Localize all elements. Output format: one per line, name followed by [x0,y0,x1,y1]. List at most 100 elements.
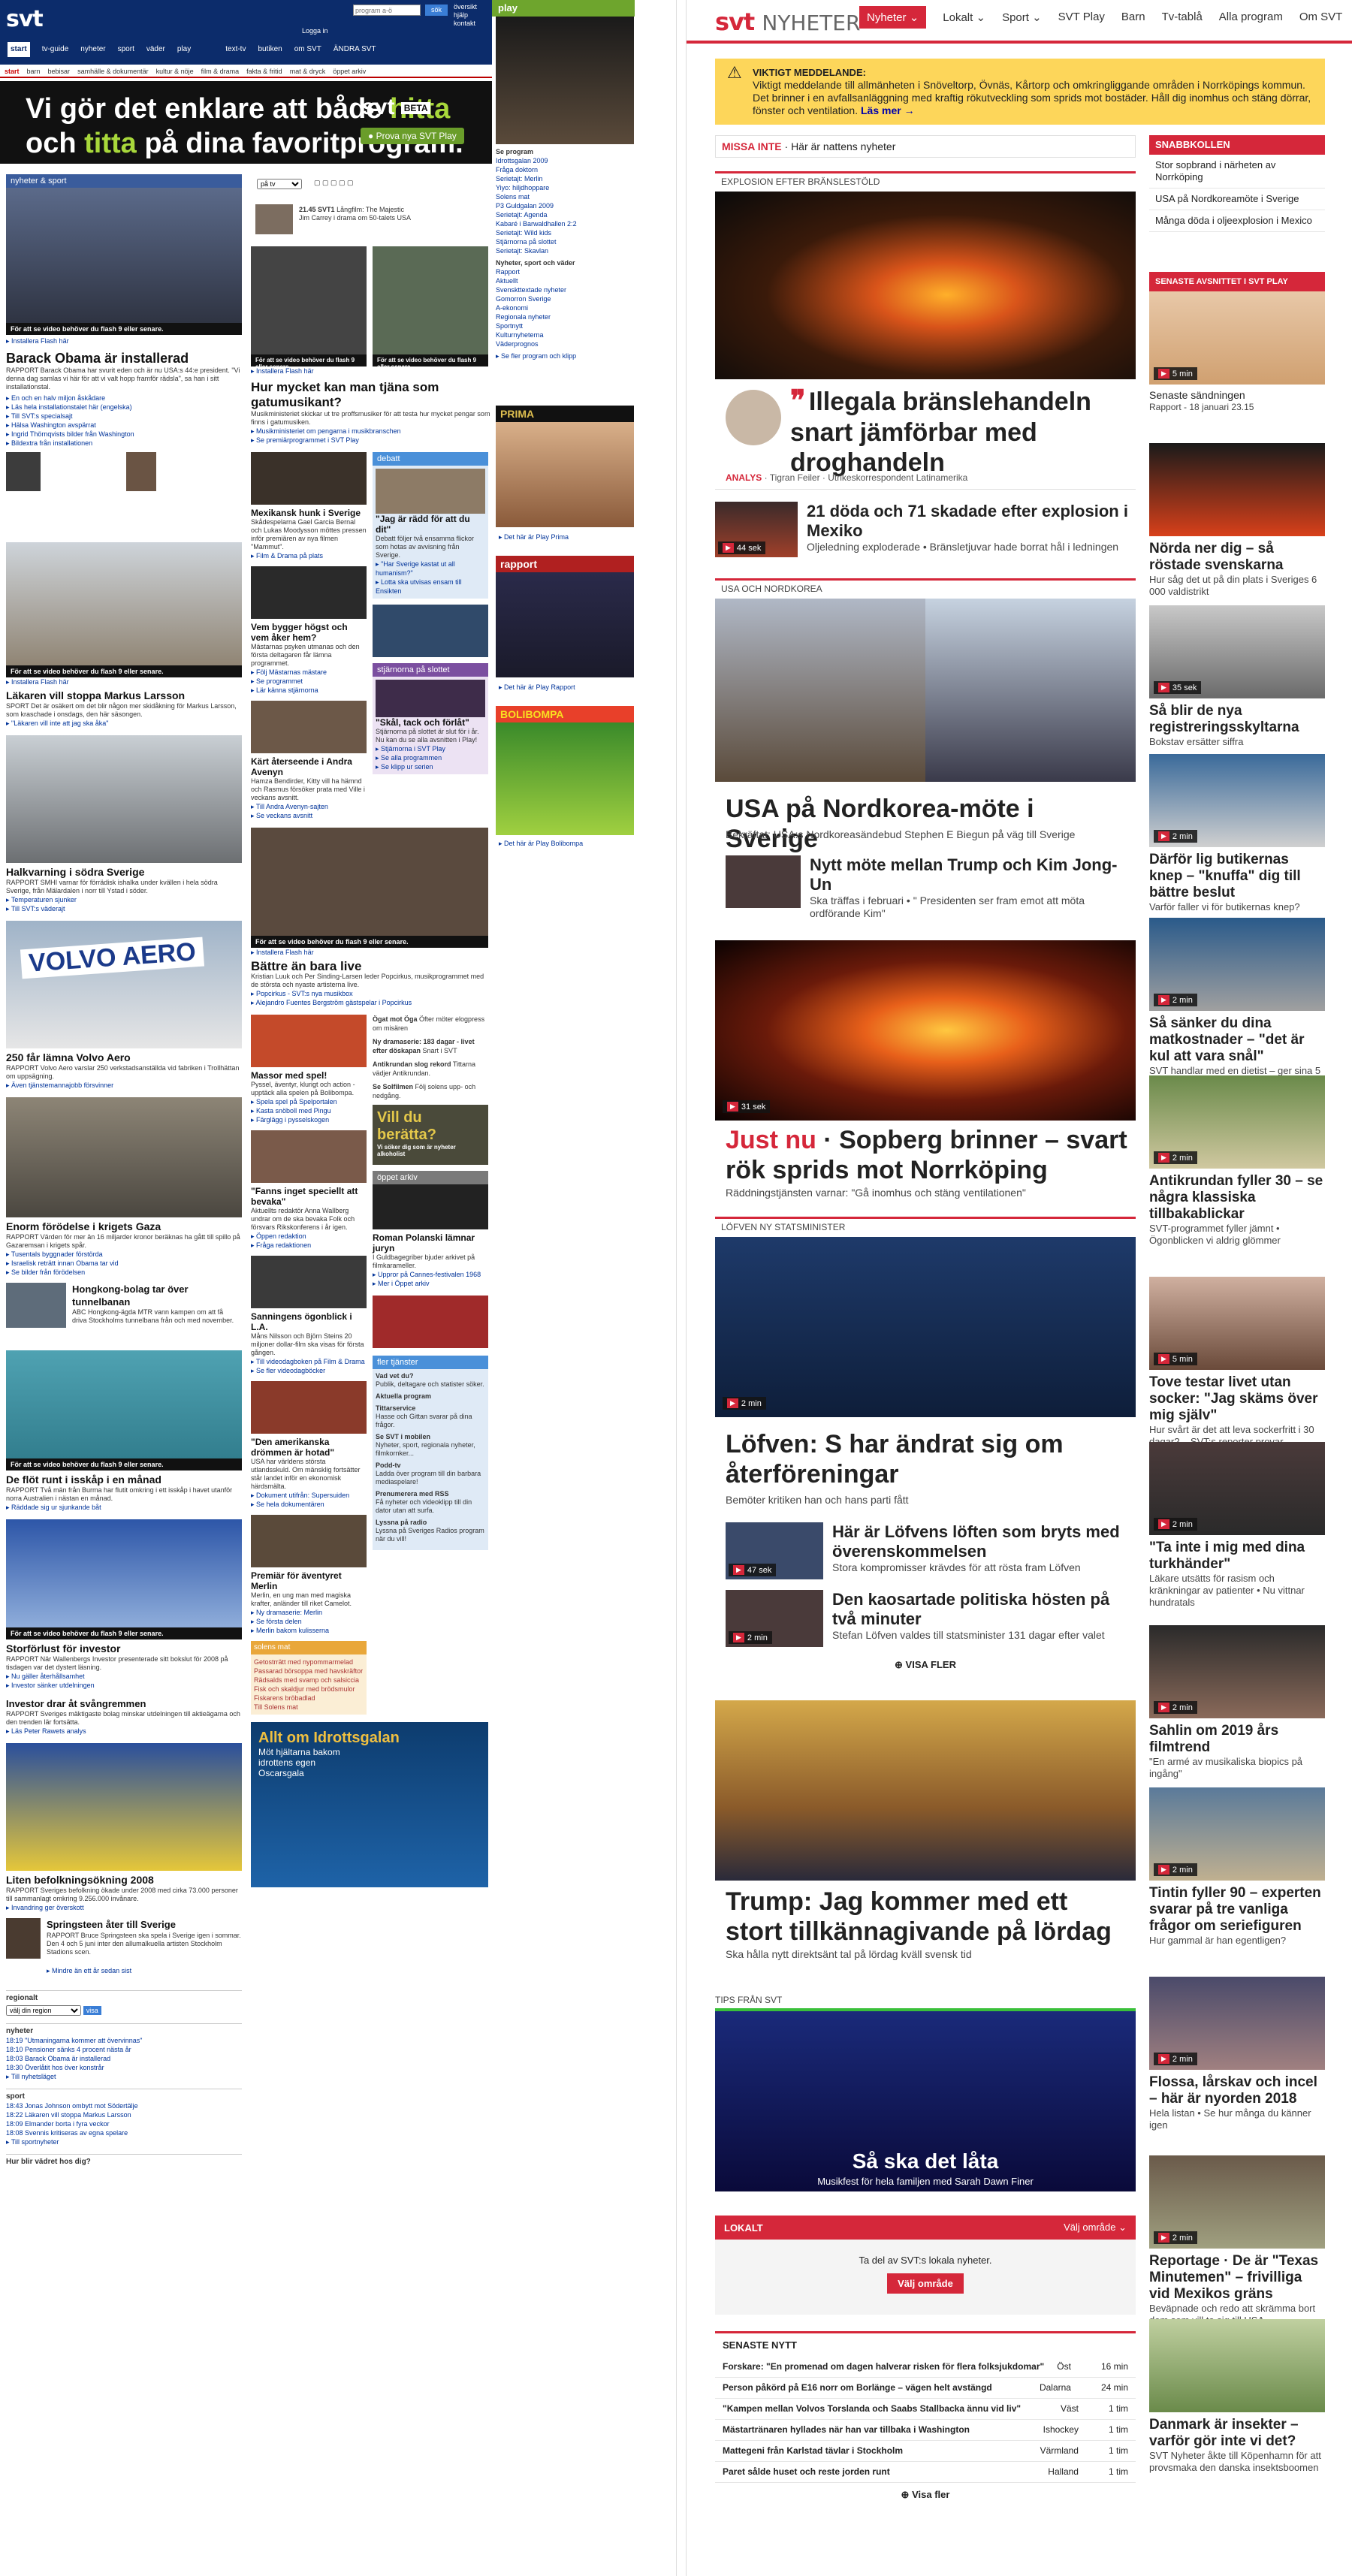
old-install-flash[interactable]: ▸ Installera Flash här [6,677,242,686]
old-article-title[interactable]: Bättre än bara live [251,960,491,973]
old-article-title[interactable]: Liten befolkningsökning 2008 [6,1874,242,1887]
trump-image[interactable] [715,1700,1136,1881]
old-rapport-link[interactable]: ▸ Det här är Play Rapport [499,683,575,692]
old-tv-tip-text[interactable]: 21.45 SVT1 Långfilm: The Majestic Jim Ca… [299,206,411,222]
old-install-flash[interactable]: ▸ Installera Flash här [6,336,242,345]
new-nav-om-svt[interactable]: Om SVT [1299,11,1343,29]
old-larsson-video[interactable]: För att se video behöver du flash 9 elle… [6,542,242,677]
old-login-link[interactable]: Logga in [302,27,328,35]
old-sweden-flags-image[interactable] [6,1743,242,1871]
old-article-title[interactable]: Sanningens ögonblick i L.A. [251,1311,367,1332]
old-tv-select[interactable]: på tv [257,179,302,189]
old-article-title[interactable]: Massor med spel! [251,1070,367,1081]
related-thumb[interactable]: ▶ 44 sek [715,502,798,557]
old-article-title[interactable]: Roman Polanski lämnar juryn [373,1232,488,1253]
old-nav-tvguide[interactable]: tv-guide [42,42,69,57]
old-halka-image[interactable] [6,735,242,863]
korea-related[interactable]: Nytt möte mellan Trump och Kim Jong-Un S… [810,855,1125,920]
explosion-image[interactable] [715,192,1136,379]
side-card-title[interactable]: Tove testar livet utan socker: "Jag skäm… [1149,1374,1325,1424]
side-card-image[interactable] [1149,443,1325,536]
new-nav-alla-program[interactable]: Alla program [1219,11,1283,29]
old-play-head[interactable]: play [492,0,635,17]
old-subnav-start[interactable]: start [5,65,20,77]
korea-image-right[interactable] [925,599,1136,782]
old-subnav-fakta[interactable]: fakta & fritid [246,65,282,77]
senaste-play-image[interactable]: ▶ 5 min [1149,291,1325,385]
old-bolibompa-link[interactable]: ▸ Det här är Play Bolibompa [499,840,583,848]
side-card-image[interactable]: ▶ 2 min [1149,1442,1325,1535]
old-nav-sport[interactable]: sport [118,42,134,57]
old-nav-omsvt[interactable]: om SVT [294,42,321,57]
old-article-title[interactable]: Hur mycket kan man tjäna som gatumusikan… [251,380,491,410]
new-nav-barn[interactable]: Barn [1121,11,1145,29]
old-rapport-head[interactable]: rapport [496,556,634,572]
old-article-title[interactable]: Halkvarning i södra Sverige [6,866,242,879]
korea-image-left[interactable] [715,599,925,782]
old-play-banner[interactable]: Vi gör det enklare att både hitta och ti… [0,81,492,164]
fire-headline[interactable]: Just nu · Sopberg brinner – svart rök sp… [726,1125,1131,1185]
old-nav-butiken[interactable]: butiken [258,42,282,57]
side-card[interactable]: ▶ 5 min Tove testar livet utan socker: "Ja… [1149,1277,1325,1448]
old-nav-texttv[interactable]: text-tv [225,42,246,57]
old-article-title[interactable]: Enorm förödelse i krigets Gaza [6,1220,242,1233]
old-investor-video[interactable]: För att se video behöver du flash 9 elle… [6,1519,242,1639]
old-nav-vader[interactable]: väder [146,42,165,57]
old-play-feature-image[interactable] [496,17,634,144]
old-region-button[interactable]: visa [83,2006,101,2015]
side-card-title[interactable]: Reportage · De är "Texas Minutemen" – fr… [1149,2253,1325,2303]
side-card-title[interactable]: Flossa, lårskav och incel – här är nyord… [1149,2074,1325,2107]
valj-omrade-link[interactable]: Välj område ⌄ [1064,2222,1127,2234]
read-more-link[interactable]: Läs mer → [861,104,915,116]
old-bolibompa-head[interactable]: BOLIBOMPA [496,706,634,722]
side-card-image[interactable]: ▶ 2 min [1149,918,1325,1011]
related-thumb[interactable] [726,855,801,908]
old-article-title[interactable]: "Jag är rädd för att du dit" [376,514,485,535]
side-card[interactable]: ▶ 2 min "Ta inte i mig med dina turkhänder… [1149,1442,1325,1609]
old-article-title[interactable]: Kärt återseende i Andra Avenyn [251,756,367,777]
senaste-play-title[interactable]: Senaste sändningen [1149,389,1325,401]
new-nav-sport[interactable]: Sport ⌄ [1002,11,1042,29]
old-subnav-samhalle[interactable]: samhälle & dokumentär [77,65,149,77]
side-card-image[interactable]: ▶ 5 min [1149,1277,1325,1370]
old-vill-du[interactable]: Vill du berätta? Vi söker dig som är nyhe… [373,1105,488,1165]
new-nav-lokalt[interactable]: Lokalt ⌄ [943,11,985,29]
old-volvo-image[interactable]: VOLVO AERO [6,921,242,1048]
old-nav-andra[interactable]: ÄNDRA SVT [333,42,376,57]
side-card[interactable]: ▶ 2 min Tintin fyller 90 – experten svarar… [1149,1787,1325,1947]
explosion-headline[interactable]: ❞ Illegala bränslehandeln snart jämförba… [790,384,1128,478]
old-search-input[interactable] [353,5,421,16]
snabbkollen-item[interactable]: USA på Nordkoreamöte i Sverige [1149,189,1325,210]
tips-banner[interactable]: Så ska det låta Musikfest för hela famil… [715,2008,1136,2191]
old-banner-button[interactable]: ● Prova nya SVT Play [361,128,464,144]
old-bolibompa-image[interactable] [496,722,634,835]
new-nav-nyheter[interactable]: Nyheter ⌄ [859,6,927,29]
old-svt-logo[interactable]: svt [6,6,44,32]
fire-video[interactable]: ▶ 31 sek [715,940,1136,1121]
old-isskap-video[interactable]: För att se video behöver du flash 9 elle… [6,1350,242,1470]
side-card-title[interactable]: Danmark är insekter – varför gör inte vi… [1149,2417,1325,2450]
old-article-title[interactable]: Hongkong-bolag tar över tunnelbanan [72,1283,237,1308]
old-article-title[interactable]: De flöt runt i isskåp i en månad [6,1474,242,1486]
side-card[interactable]: ▶ 2 min Så sänker du dina matkostnader – "… [1149,918,1325,1089]
old-nav-play[interactable]: play [177,42,191,57]
old-prima-link[interactable]: ▸ Det här är Play Prima [499,533,569,541]
new-nav-tvtabla[interactable]: Tv-tablå [1162,11,1203,29]
side-card[interactable]: ▶ 2 min Sahlin om 2019 års filmtrend "En ar… [1149,1625,1325,1780]
old-video[interactable]: För att se video behöver du flash 9 elle… [251,246,367,366]
old-article-title[interactable]: "Skål, tack och förlåt" [376,717,485,728]
side-card-image[interactable]: ▶ 2 min [1149,1787,1325,1881]
side-card-image[interactable]: ▶ 2 min [1149,1625,1325,1718]
news-row[interactable]: Paret sålde huset och reste jorden runt H… [715,2462,1136,2483]
side-card[interactable]: ▶ 2 min Flossa, lårskav och incel – här är… [1149,1977,1325,2131]
important-message[interactable]: ⚠ VIKTIGT MEDDELANDE: Viktigt meddelande… [715,59,1325,125]
side-card[interactable]: Danmark är insekter – varför gör inte vi… [1149,2319,1325,2474]
side-card-title[interactable]: "Ta inte i mig med dina turkhänder" [1149,1540,1325,1573]
korea-headline[interactable]: USA på Nordkorea-möte i Sverige [726,794,1131,854]
old-article-title[interactable]: "Den amerikanska drömmen är hotad" [251,1437,367,1458]
snabbkollen-item[interactable]: Många döda i oljeexplosion i Mexico [1149,210,1325,232]
news-row[interactable]: "Kampen mellan Volvos Torslanda och Saab… [715,2399,1136,2420]
old-prima-image[interactable] [496,422,634,527]
old-harstorm-banner[interactable] [373,1296,488,1348]
lofven-related-2[interactable]: Den kaosartade politiska hösten på två m… [832,1590,1133,1642]
